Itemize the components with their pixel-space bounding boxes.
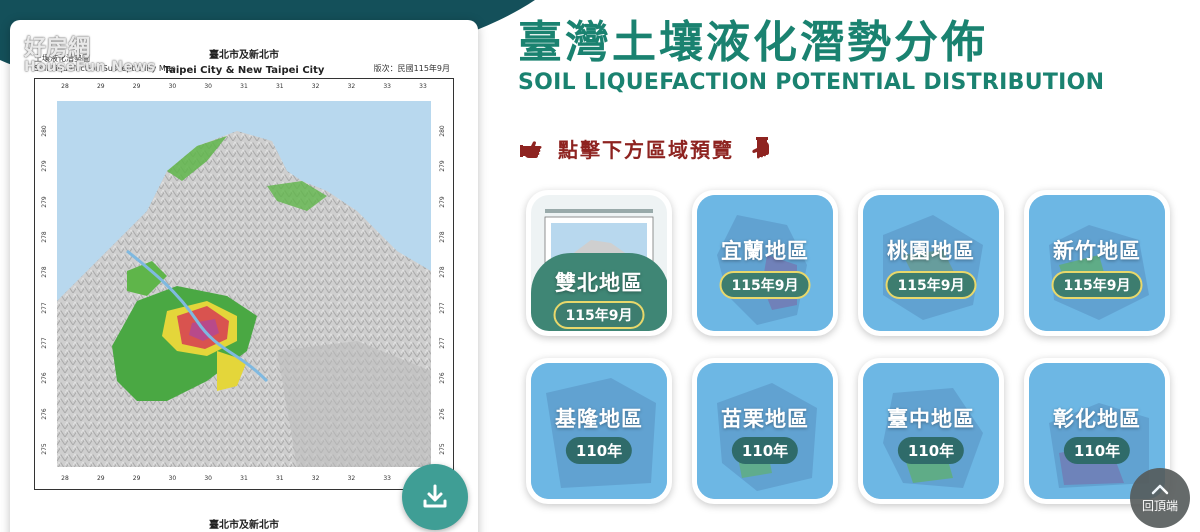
y-ticks-right: 280 279 279 278 278 277 277 276 276 275 [437, 101, 449, 467]
x-tick-label: 29 [132, 83, 141, 90]
region-tile-taipei[interactable]: 雙北地區 115年9月 [526, 190, 672, 336]
x-tick-label: 32 [311, 475, 320, 482]
y-tick-label: 275 [41, 443, 49, 455]
x-tick-label: 29 [96, 475, 105, 482]
map-edition: 版次：民國115年9月 [373, 64, 450, 73]
region-tile-inner: 新竹地區 115年9月 [1029, 195, 1165, 331]
map-frame: 28 29 29 30 30 31 31 32 32 33 33 28 29 29 30 30 31 31 32 3… [34, 78, 454, 490]
region-date-badge: 115年9月 [1051, 271, 1143, 299]
region-date-badge: 115年9月 [553, 301, 645, 329]
region-tile-keelung[interactable]: 基隆地區 110年 [526, 358, 672, 504]
x-tick-label: 30 [168, 83, 177, 90]
x-tick-label: 28 [61, 83, 69, 90]
region-tile-inner: 宜蘭地區 115年9月 [697, 195, 833, 331]
y-tick-label: 277 [439, 337, 447, 349]
region-date-badge: 110年 [1063, 437, 1131, 464]
region-name: 桃園地區 [887, 239, 975, 263]
y-tick-label: 278 [41, 231, 49, 243]
next-map-title: 臺北市及新北市 [209, 520, 279, 531]
y-tick-label: 275 [439, 443, 447, 455]
watermark-cn: 好房網 [24, 36, 91, 61]
region-name: 彰化地區 [1053, 407, 1141, 431]
page-title-cn: 臺灣土壤液化潛勢分佈 [518, 17, 988, 68]
hint-text: 點擊下方區域預覽 [558, 138, 734, 162]
region-name: 臺中地區 [887, 407, 975, 431]
y-tick-label: 276 [41, 407, 49, 420]
region-tile-inner: 苗栗地區 110年 [697, 363, 833, 499]
watermark-en: HouseFun News [24, 59, 156, 75]
y-tick-label: 280 [439, 125, 447, 137]
y-tick-label: 279 [439, 195, 447, 208]
x-tick-label: 30 [204, 83, 213, 90]
map-graphic [57, 101, 431, 467]
region-hint: 點擊下方區域預覽 [520, 134, 772, 163]
region-tile-taichung[interactable]: 臺中地區 110年 [858, 358, 1004, 504]
region-date-badge: 115年9月 [719, 271, 811, 299]
x-tick-label: 33 [383, 83, 392, 90]
region-date-badge: 115年9月 [885, 271, 977, 299]
x-ticks-bottom: 2829293030313132323333 [57, 475, 431, 487]
region-tile-inner: 臺中地區 110年 [863, 363, 999, 499]
region-name: 雙北地區 [555, 271, 643, 295]
x-tick-label: 31 [240, 475, 248, 482]
x-tick-label: 33 [419, 83, 427, 90]
region-tile-taoyuan[interactable]: 桃園地區 115年9月 [858, 190, 1004, 336]
x-tick-label: 31 [240, 83, 248, 90]
y-tick-label: 276 [41, 372, 49, 385]
download-icon [423, 484, 447, 508]
region-tile-inner: 雙北地區 115年9月 [531, 195, 667, 331]
x-tick-label: 29 [96, 83, 105, 90]
region-name: 苗栗地區 [721, 407, 809, 431]
region-tile-yilan[interactable]: 宜蘭地區 115年9月 [692, 190, 838, 336]
x-tick-label: 32 [347, 475, 356, 482]
region-name: 宜蘭地區 [721, 239, 809, 263]
region-name: 基隆地區 [555, 407, 643, 431]
y-tick-label: 278 [41, 266, 49, 279]
region-name: 新竹地區 [1053, 239, 1141, 263]
download-button[interactable] [402, 464, 468, 530]
liquefaction-map [57, 101, 431, 467]
y-tick-label: 279 [41, 160, 49, 173]
y-tick-label: 278 [439, 231, 447, 243]
y-tick-label: 279 [439, 160, 447, 173]
x-tick-label: 33 [383, 475, 392, 482]
chevron-up-icon [1151, 484, 1169, 494]
region-tile-hsinchu[interactable]: 新竹地區 115年9月 [1024, 190, 1170, 336]
y-tick-label: 276 [439, 407, 447, 420]
x-tick-label: 29 [132, 475, 141, 482]
page-title-en: SOIL LIQUEFACTION POTENTIAL DISTRIBUTION [518, 70, 1105, 95]
x-ticks-top: 28 29 29 30 30 31 31 32 32 33 33 [57, 83, 431, 95]
y-tick-label: 277 [41, 337, 49, 349]
back-to-top-label: 回頂端 [1141, 498, 1178, 513]
x-tick-label: 30 [168, 475, 177, 482]
x-tick-label: 32 [347, 83, 356, 90]
y-ticks-left: 280 279 279 278 278 277 277 276 276 275 [39, 101, 51, 467]
region-date-badge: 110年 [897, 437, 965, 464]
back-to-top-button[interactable]: 回頂端 [1130, 468, 1190, 528]
x-tick-label: 30 [204, 475, 213, 482]
region-tile-miaoli[interactable]: 苗栗地區 110年 [692, 358, 838, 504]
y-tick-label: 277 [439, 301, 447, 314]
x-tick-label: 32 [311, 83, 320, 90]
pointing-hand-icon [752, 136, 769, 158]
x-tick-label: 31 [275, 475, 284, 482]
y-tick-label: 278 [439, 266, 447, 279]
y-tick-label: 279 [41, 195, 49, 208]
y-tick-label: 276 [439, 372, 447, 385]
x-tick-label: 28 [61, 475, 69, 482]
y-tick-label: 277 [41, 301, 49, 314]
region-tile-inner: 桃園地區 115年9月 [863, 195, 999, 331]
watermark: 好房網 HouseFun News [24, 36, 156, 75]
region-date-badge: 110年 [731, 437, 799, 464]
pointing-hand-icon [520, 140, 542, 158]
map-preview-card[interactable]: 好房網 HouseFun News 臺北市及新北市 Taipei City & … [10, 20, 478, 532]
y-tick-label: 280 [41, 125, 49, 137]
region-date-badge: 110年 [565, 437, 633, 464]
region-tile-inner: 基隆地區 110年 [531, 363, 667, 499]
x-tick-label: 31 [275, 83, 284, 90]
